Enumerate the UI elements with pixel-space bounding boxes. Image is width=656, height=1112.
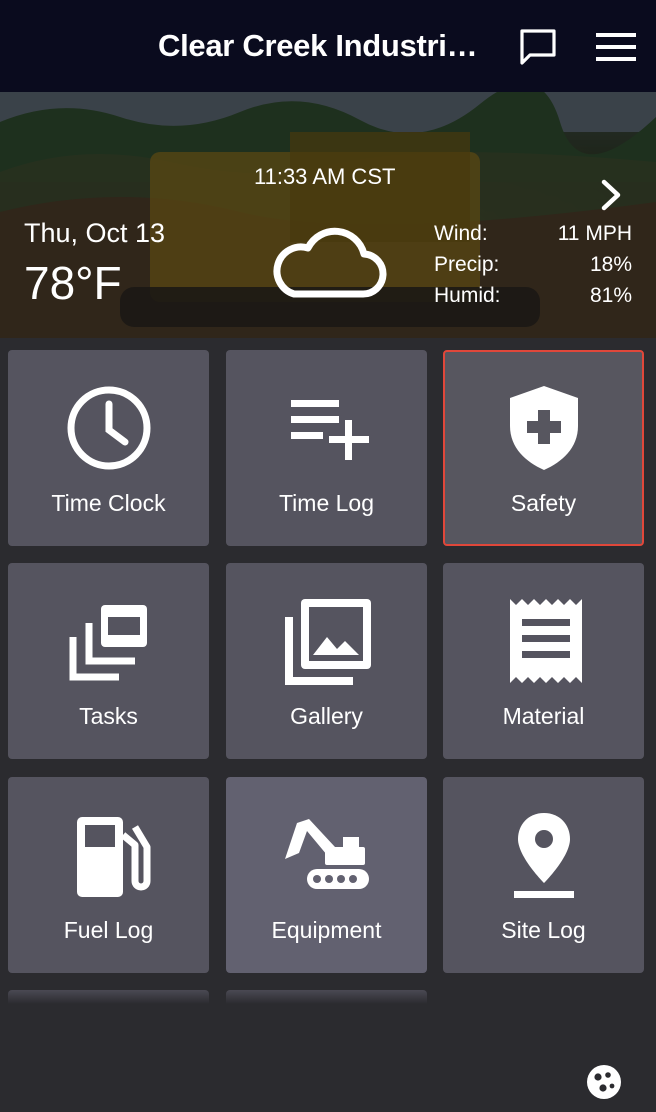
- tile-site-log[interactable]: Site Log: [443, 777, 644, 973]
- top-app-bar: Clear Creek Industria...: [0, 0, 656, 92]
- wind-label: Wind:: [434, 222, 488, 245]
- precip-row: Precip: 18%: [434, 253, 632, 277]
- cloud-icon: [273, 227, 387, 298]
- receipt-icon: [509, 599, 582, 683]
- excavator-icon: [284, 819, 369, 889]
- tile-label: Time Log: [278, 490, 375, 516]
- humid-row: Humid: 81%: [434, 284, 632, 308]
- tile-peek[interactable]: [8, 990, 209, 1004]
- menu-icon[interactable]: [596, 32, 636, 62]
- tile-label: Material: [502, 703, 585, 729]
- fuel-pump-icon: [76, 817, 150, 897]
- tile-peek[interactable]: [226, 990, 427, 1004]
- tile-fuel-log[interactable]: Fuel Log: [8, 777, 209, 973]
- weather-banner: 11:33 AM CST Thu, Oct 13 78°F Wind: 11 M…: [0, 92, 656, 338]
- tile-equipment[interactable]: Equipment: [226, 777, 427, 973]
- tile-time-clock[interactable]: Time Clock: [8, 350, 209, 546]
- location-pin-icon: [513, 813, 574, 898]
- precip-label: Precip:: [434, 253, 500, 276]
- shield-plus-icon: [509, 386, 578, 470]
- chevron-right-icon[interactable]: [596, 178, 626, 212]
- precip-value: 18%: [589, 253, 632, 276]
- clock-icon: [67, 386, 150, 470]
- tile-gallery[interactable]: Gallery: [226, 563, 427, 759]
- playlist-add-icon: [290, 400, 369, 460]
- photo-library-icon: [284, 599, 371, 685]
- tile-label: Tasks: [79, 703, 138, 729]
- tile-label: Fuel Log: [63, 917, 154, 943]
- temperature: 78°F: [24, 257, 122, 309]
- humid-value: 81%: [589, 284, 632, 307]
- tile-safety[interactable]: Safety: [443, 350, 644, 546]
- tile-material[interactable]: Material: [443, 563, 644, 759]
- wind-value: 11 MPH: [557, 222, 632, 245]
- tile-time-log[interactable]: Time Log: [226, 350, 427, 546]
- tile-label: Equipment: [271, 917, 382, 943]
- current-time: 11:33 AM CST: [254, 164, 396, 189]
- tile-label: Safety: [510, 490, 577, 516]
- layered-windows-icon: [69, 605, 147, 681]
- current-date: Thu, Oct 13: [24, 218, 166, 248]
- tile-label: Time Clock: [51, 490, 166, 516]
- humid-label: Humid:: [434, 284, 501, 307]
- page-title: Clear Creek Industria...: [158, 28, 488, 63]
- cookie-icon[interactable]: [586, 1064, 622, 1100]
- tile-label: Gallery: [290, 703, 363, 729]
- tile-tasks[interactable]: Tasks: [8, 563, 209, 759]
- message-icon[interactable]: [518, 28, 558, 66]
- wind-row: Wind: 11 MPH: [434, 222, 632, 246]
- tile-label: Site Log: [501, 917, 586, 943]
